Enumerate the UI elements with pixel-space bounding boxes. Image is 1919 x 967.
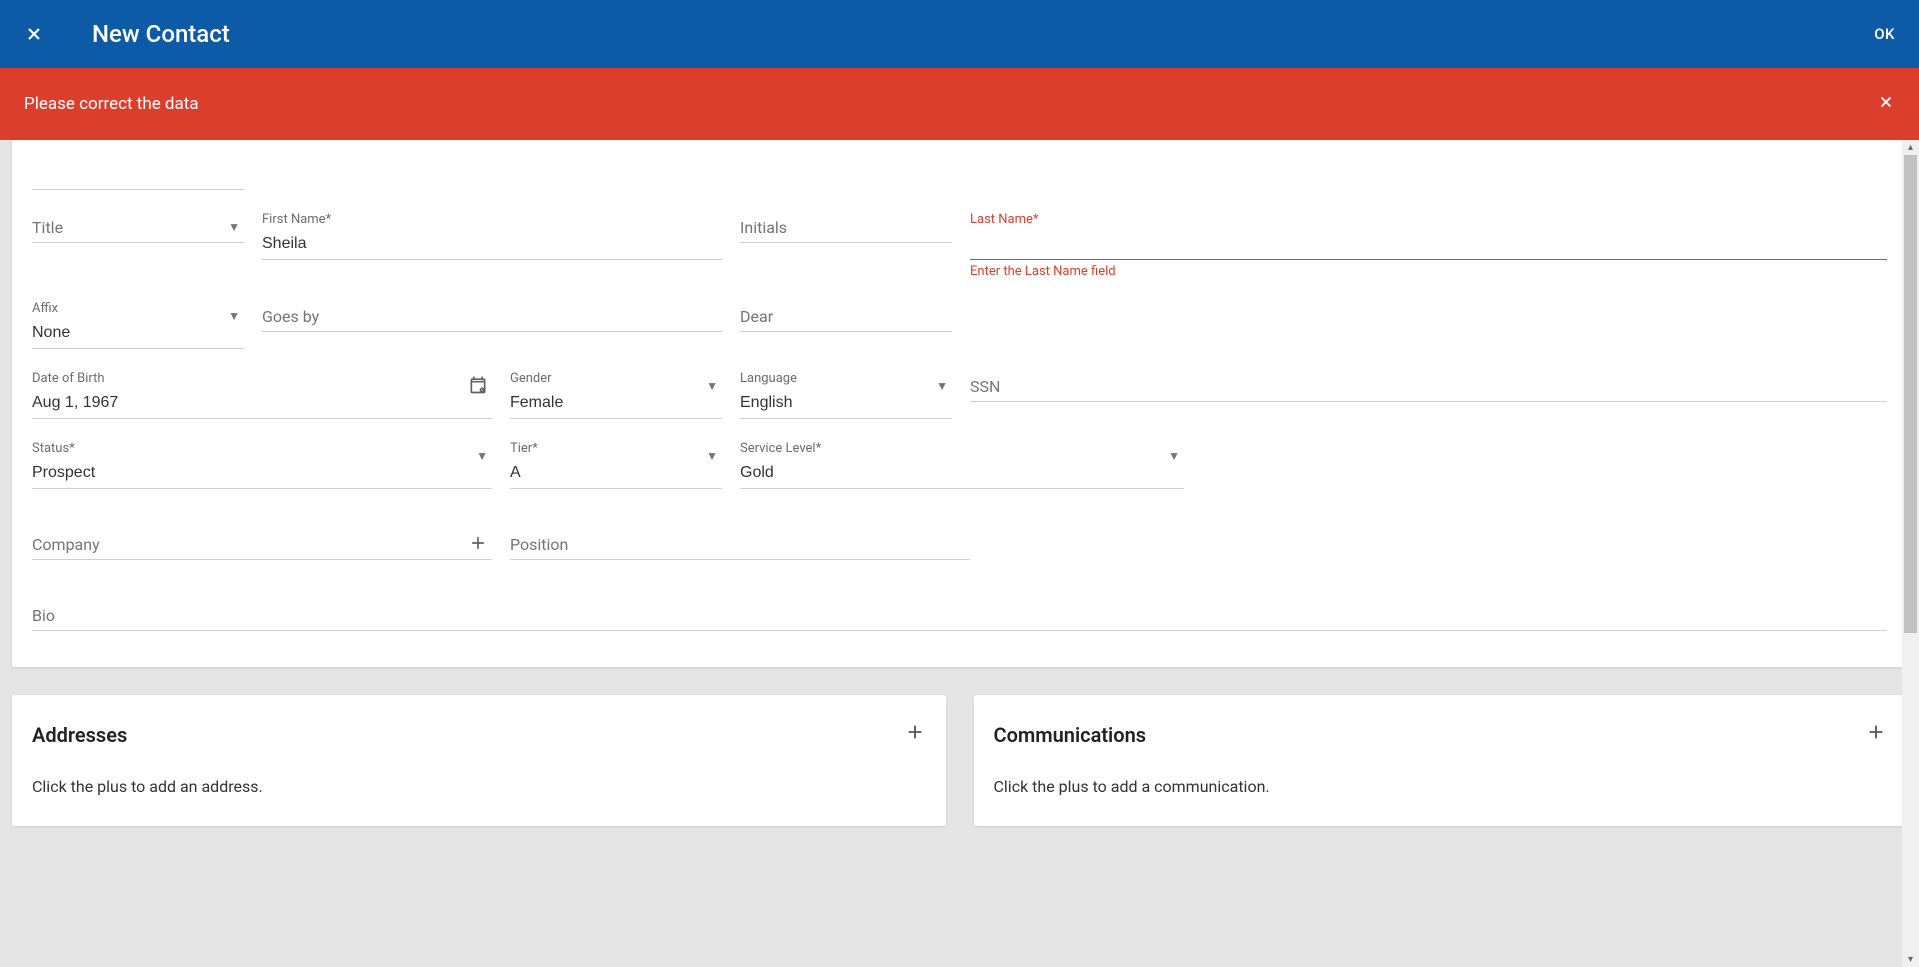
sub-panels-row: Addresses Click the plus to add an addre… [12,695,1907,826]
position-input[interactable] [510,529,970,560]
dialog-title: New Contact [92,20,1874,48]
calendar-icon[interactable] [468,375,488,399]
scroll-down-icon[interactable]: ▾ [1908,952,1913,967]
dear-input[interactable] [740,301,952,332]
position-field: Position [510,529,970,560]
addresses-hint: Click the plus to add an address. [32,777,926,796]
addresses-panel: Addresses Click the plus to add an addre… [12,695,946,826]
close-icon [24,24,44,44]
title-field[interactable]: Title ▼ [32,212,244,279]
ssn-field: SSN [970,371,1887,419]
gender-label: Gender [510,371,722,386]
last-name-input[interactable] [970,229,1887,260]
tier-field[interactable]: Tier* ▼ [510,441,722,489]
affix-select[interactable] [32,318,244,349]
language-label: Language [740,371,952,386]
tier-label: Tier* [510,441,722,456]
dob-input[interactable] [32,388,492,419]
last-name-error: Enter the Last Name field [970,264,1887,279]
ok-button[interactable]: OK [1874,25,1895,43]
dismiss-error-button[interactable] [1877,92,1895,117]
initials-input[interactable] [740,212,952,243]
last-name-label: Last Name* [970,212,1887,227]
affix-field[interactable]: Affix ▼ [32,301,244,349]
bio-input[interactable] [32,600,1887,631]
service-level-field[interactable]: Service Level* ▼ [740,441,1184,489]
communications-hint: Click the plus to add a communication. [994,777,1888,796]
dialog-header: New Contact OK [0,0,1919,68]
title-select[interactable] [32,212,244,243]
first-name-label: First Name* [262,212,722,227]
dob-label: Date of Birth [32,371,492,386]
company-input[interactable] [32,529,492,560]
affix-label: Affix [32,301,244,316]
content-scroll-area[interactable]: Title ▼ First Name* Initials Last Name* … [0,140,1919,967]
dob-field: Date of Birth [32,371,492,419]
status-label: Status* [32,441,492,456]
close-icon [1877,93,1895,111]
gender-field[interactable]: Gender ▼ [510,371,722,419]
language-field[interactable]: Language ▼ [740,371,952,419]
add-address-button[interactable] [904,721,926,749]
add-company-button[interactable] [468,533,488,557]
service-level-label: Service Level* [740,441,1184,456]
field-stub [32,158,244,190]
dear-field: Dear [740,301,952,349]
gender-select[interactable] [510,388,722,419]
ssn-input[interactable] [970,371,1887,402]
bio-field: Bio [32,600,1887,631]
scrollbar-track[interactable] [1902,155,1919,952]
contact-form-card: Title ▼ First Name* Initials Last Name* … [12,140,1907,667]
first-name-field: First Name* [262,212,722,279]
communications-title: Communications [994,723,1866,747]
initials-field: Initials [740,212,952,279]
company-field: Company [32,529,492,560]
communications-panel: Communications Click the plus to add a c… [974,695,1908,826]
add-communication-button[interactable] [1865,721,1887,749]
addresses-title: Addresses [32,723,904,747]
last-name-field: Last Name* Enter the Last Name field [970,212,1887,279]
goes-by-field: Goes by [262,301,722,349]
first-name-input[interactable] [262,229,722,260]
service-level-select[interactable] [740,458,1184,489]
vertical-scrollbar[interactable]: ▴ ▾ [1902,140,1919,967]
scroll-up-icon[interactable]: ▴ [1908,140,1913,155]
language-select[interactable] [740,388,952,419]
status-select[interactable] [32,458,492,489]
error-message: Please correct the data [24,94,1877,114]
goes-by-input[interactable] [262,301,722,332]
close-dialog-button[interactable] [24,24,44,44]
error-banner: Please correct the data [0,68,1919,140]
status-field[interactable]: Status* ▼ [32,441,492,489]
scrollbar-thumb[interactable] [1904,155,1917,633]
tier-select[interactable] [510,458,722,489]
